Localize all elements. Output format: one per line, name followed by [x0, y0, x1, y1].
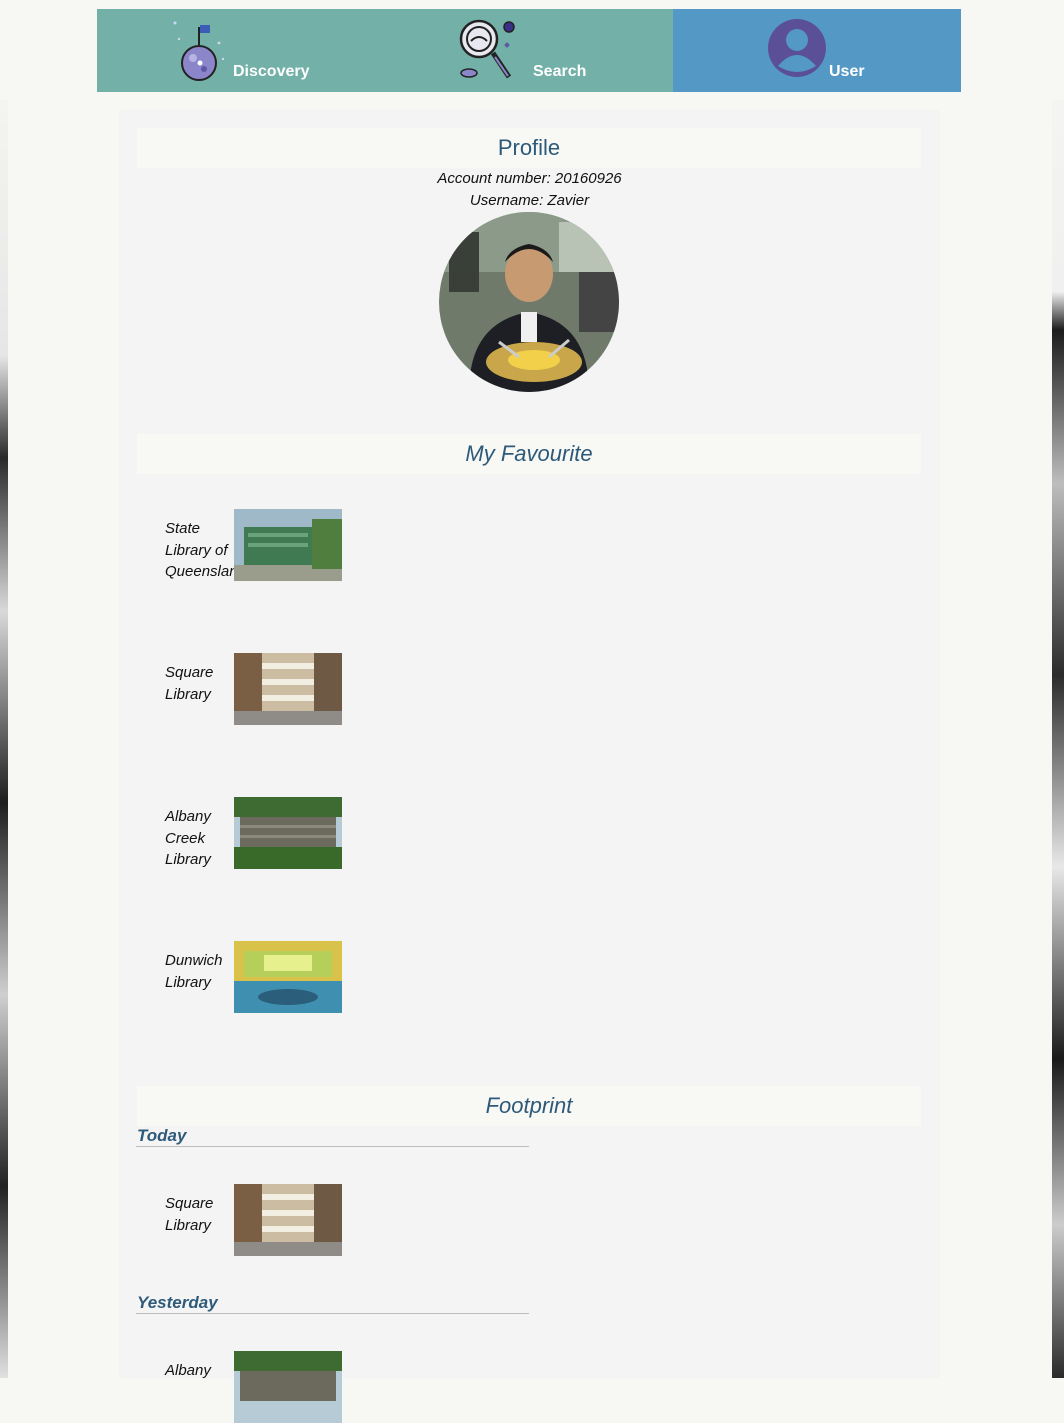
section-title-favourite: My Favourite [137, 434, 921, 474]
favourite-name: Albany Creek Library [165, 808, 211, 868]
library-thumbnail[interactable] [234, 1351, 342, 1423]
footprint-day-label: Today [137, 1126, 187, 1145]
user-avatar-icon [768, 19, 826, 77]
page-background-right [1052, 100, 1064, 1378]
library-thumbnail[interactable] [234, 797, 342, 869]
nav-label-discovery: Discovery [233, 63, 310, 80]
favourite-name: State Library of Queensland [165, 520, 246, 580]
favourite-name: Square Library [165, 664, 214, 703]
magnifier-space-icon [459, 19, 515, 79]
footprint-name: Albany [165, 1362, 211, 1379]
footprint-day-label: Yesterday [137, 1293, 218, 1312]
library-thumbnail[interactable] [234, 509, 342, 581]
nav-label-search: Search [533, 63, 587, 80]
nav-tab-search[interactable]: Search [385, 9, 673, 92]
divider [136, 1313, 529, 1314]
library-thumbnail[interactable] [234, 1184, 342, 1256]
favourite-name: Dunwich Library [165, 952, 223, 991]
username: Username: Zavier [469, 192, 590, 209]
page-background-left [0, 100, 8, 1378]
planet-flag-icon [173, 21, 225, 81]
avatar [439, 212, 619, 392]
nav-tab-user[interactable]: User [673, 9, 961, 92]
divider [136, 1146, 529, 1147]
library-thumbnail[interactable] [234, 653, 342, 725]
section-title-footprint: Footprint [137, 1086, 921, 1126]
footprint-name: Square Library [165, 1195, 214, 1234]
profile-panel: Profile Account number: 20160926 Usernam… [119, 110, 940, 1423]
section-title-profile: Profile [137, 128, 921, 168]
top-nav: Discovery Search User [97, 9, 961, 92]
nav-label-user: User [829, 63, 865, 80]
account-number: Account number: 20160926 [437, 170, 622, 187]
nav-tab-discovery[interactable]: Discovery [97, 9, 385, 92]
library-thumbnail[interactable] [234, 941, 342, 1013]
